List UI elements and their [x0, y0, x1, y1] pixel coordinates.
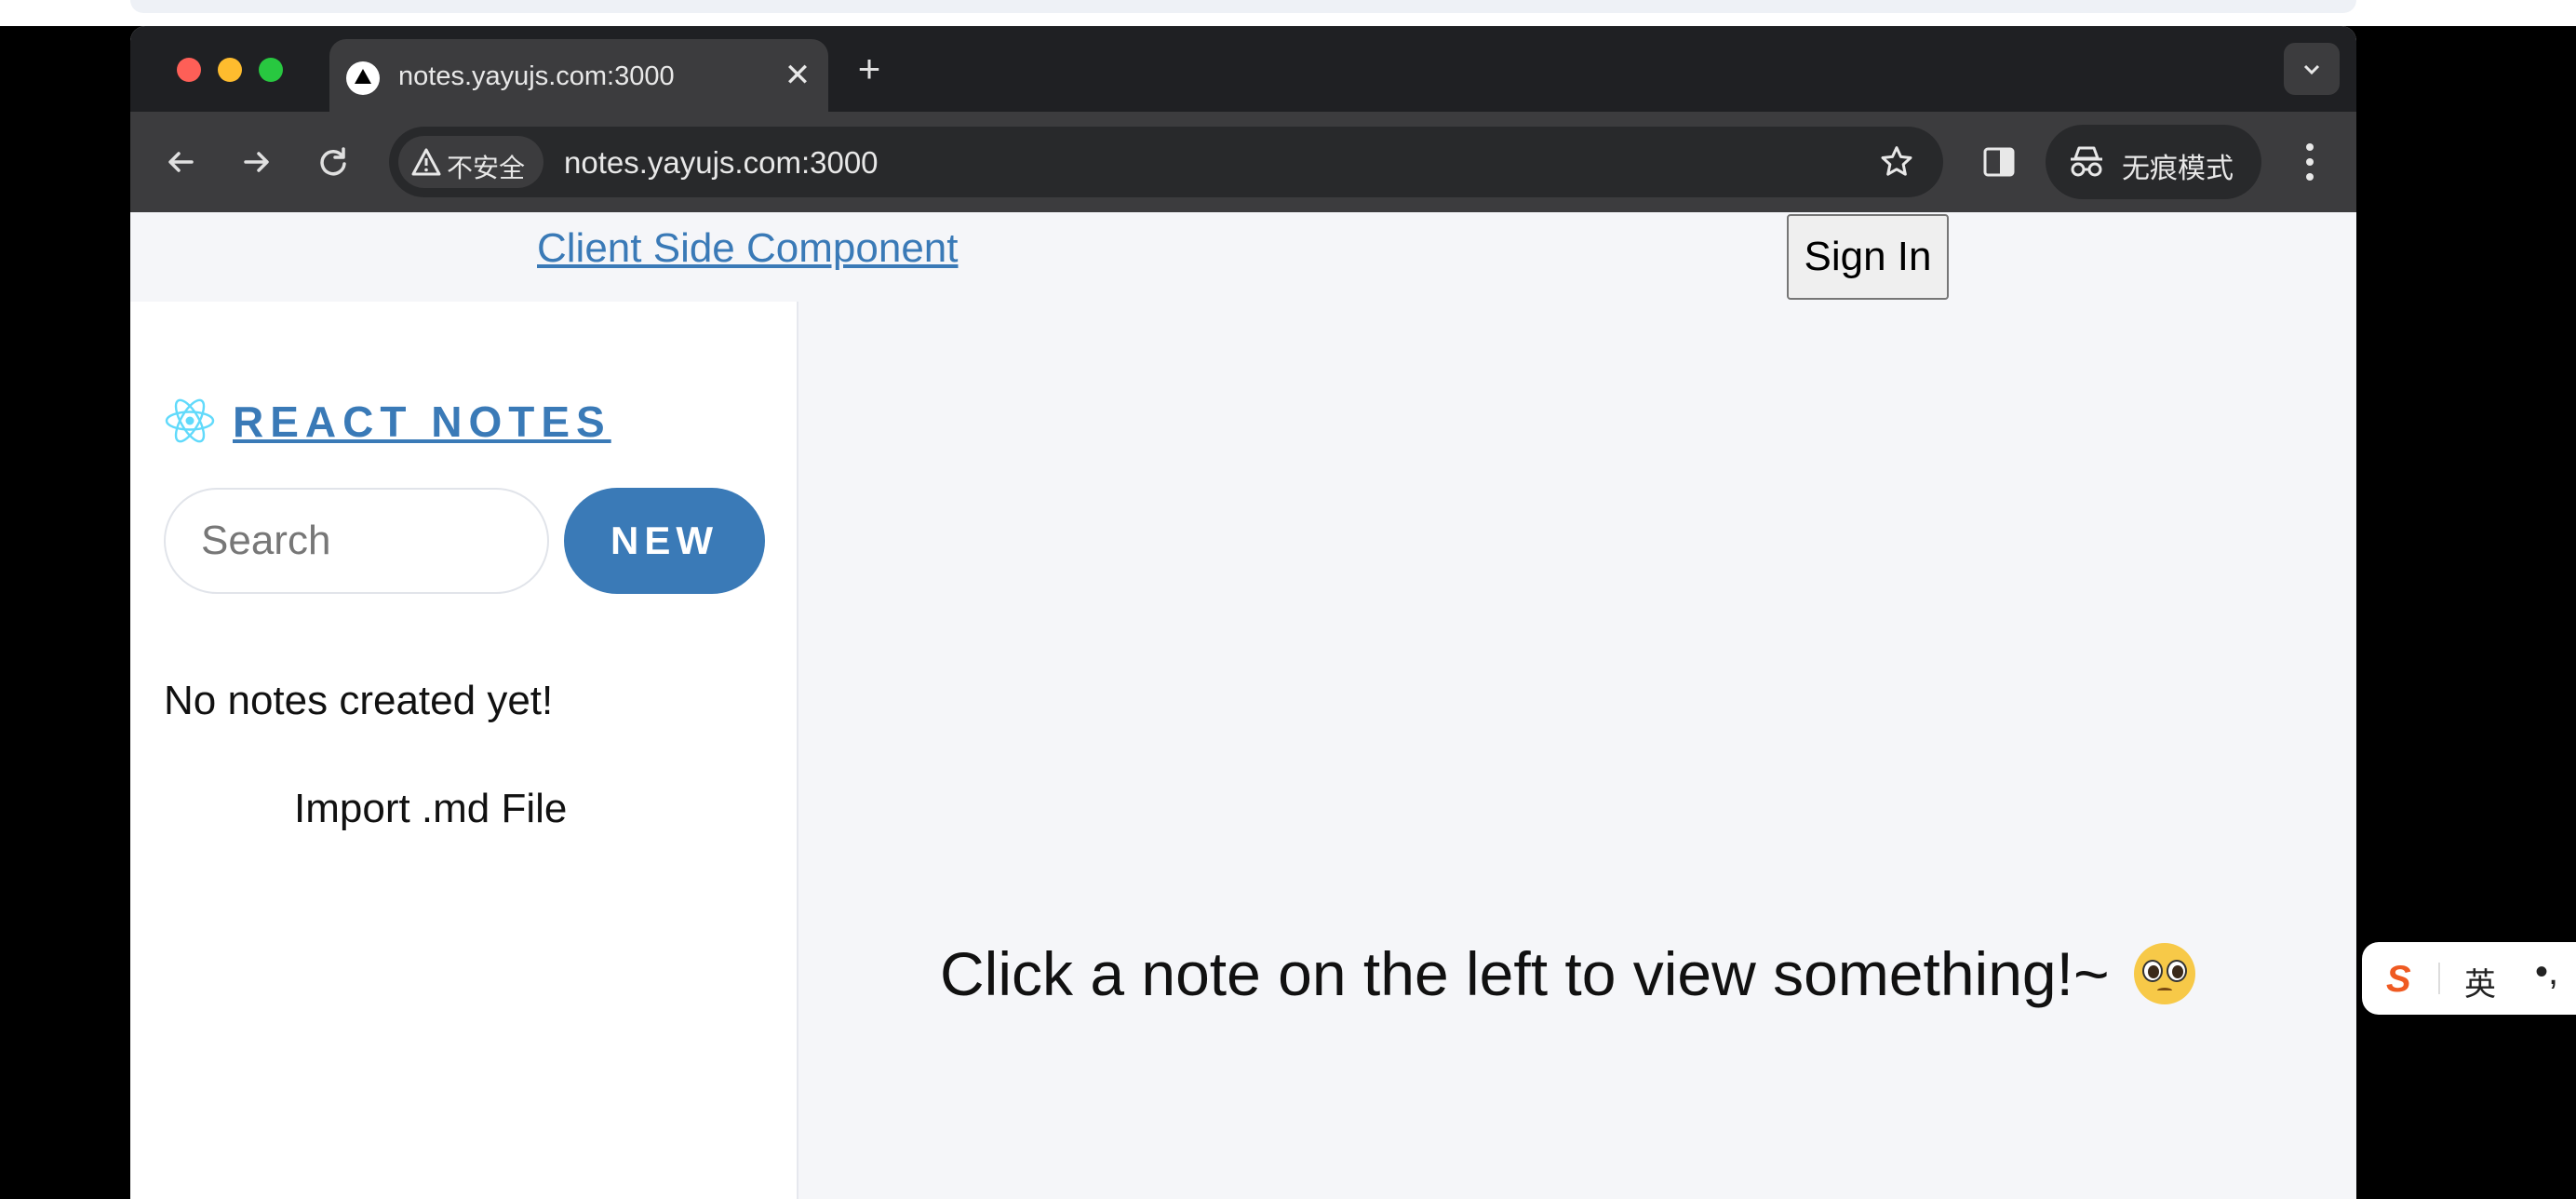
- search-input[interactable]: [164, 488, 549, 594]
- ime-logo-icon: S: [2386, 959, 2411, 1000]
- client-side-component-link[interactable]: Client Side Component: [537, 225, 958, 272]
- minimize-window-button[interactable]: [218, 58, 242, 82]
- toolbar: 不安全 notes.yayujs.com:3000 无痕模式: [130, 112, 2356, 212]
- incognito-icon: [2071, 146, 2102, 177]
- security-chip[interactable]: 不安全: [398, 136, 543, 188]
- react-logo-icon: [165, 398, 215, 443]
- note-empty-state: Click a note on the left to view somethi…: [940, 938, 2195, 1009]
- import-md-button[interactable]: Import .md File: [294, 786, 567, 832]
- tab-strip: notes.yayujs.com:3000 ✕ +: [130, 26, 2356, 112]
- browser-window: notes.yayujs.com:3000 ✕ + 不安全 notes.yayu…: [130, 26, 2356, 1199]
- forward-arrow-icon: [244, 152, 269, 172]
- pleading-face-icon: [2133, 943, 2195, 1004]
- incognito-chip[interactable]: 无痕模式: [2046, 125, 2261, 199]
- tab-title: notes.yayujs.com:3000: [398, 61, 675, 91]
- brand-title[interactable]: REACT NOTES: [233, 397, 611, 447]
- new-tab-button[interactable]: +: [851, 49, 888, 88]
- new-note-button[interactable]: NEW: [564, 488, 765, 594]
- close-window-button[interactable]: [177, 58, 201, 82]
- empty-notes-text: No notes created yet!: [164, 678, 554, 723]
- tab-active[interactable]: notes.yayujs.com:3000 ✕: [329, 39, 828, 112]
- warning-icon: [411, 148, 441, 176]
- page-content: Client Side Component Sign In REACT NOTE…: [130, 212, 2356, 1199]
- tab-search-button[interactable]: [2284, 43, 2340, 95]
- sign-in-button[interactable]: Sign In: [1787, 214, 1949, 300]
- back-button[interactable]: [158, 140, 203, 184]
- back-arrow-icon: [168, 152, 194, 172]
- address-bar[interactable]: 不安全 notes.yayujs.com:3000: [389, 127, 1943, 197]
- desktop-top-strip: [0, 0, 2576, 26]
- maximize-window-button[interactable]: [259, 58, 283, 82]
- reload-icon: [320, 147, 346, 176]
- ime-punctuation-toggle[interactable]: •,: [2535, 951, 2558, 993]
- notes-sidebar: REACT NOTES NEW No notes created yet! Im…: [130, 302, 798, 1199]
- incognito-label: 无痕模式: [2122, 153, 2234, 185]
- ime-language-toggle[interactable]: 英: [2464, 959, 2496, 1004]
- side-panel-icon[interactable]: [1982, 145, 2016, 179]
- more-menu-icon[interactable]: [2302, 141, 2317, 182]
- forward-button[interactable]: [235, 140, 279, 184]
- desktop-bar: [130, 0, 2356, 13]
- security-label: 不安全: [447, 153, 526, 183]
- reload-button[interactable]: [311, 140, 356, 184]
- empty-state-text: Click a note on the left to view somethi…: [940, 939, 2110, 1008]
- chevron-down-icon: [2303, 64, 2320, 75]
- close-tab-icon[interactable]: ✕: [782, 60, 813, 91]
- favicon-icon: [346, 61, 380, 95]
- url-text: notes.yayujs.com:3000: [564, 145, 879, 180]
- ime-divider: [2438, 963, 2440, 994]
- ime-toolbar[interactable]: S 英 •,: [2362, 942, 2576, 1015]
- bookmark-star-icon[interactable]: [1878, 143, 1915, 181]
